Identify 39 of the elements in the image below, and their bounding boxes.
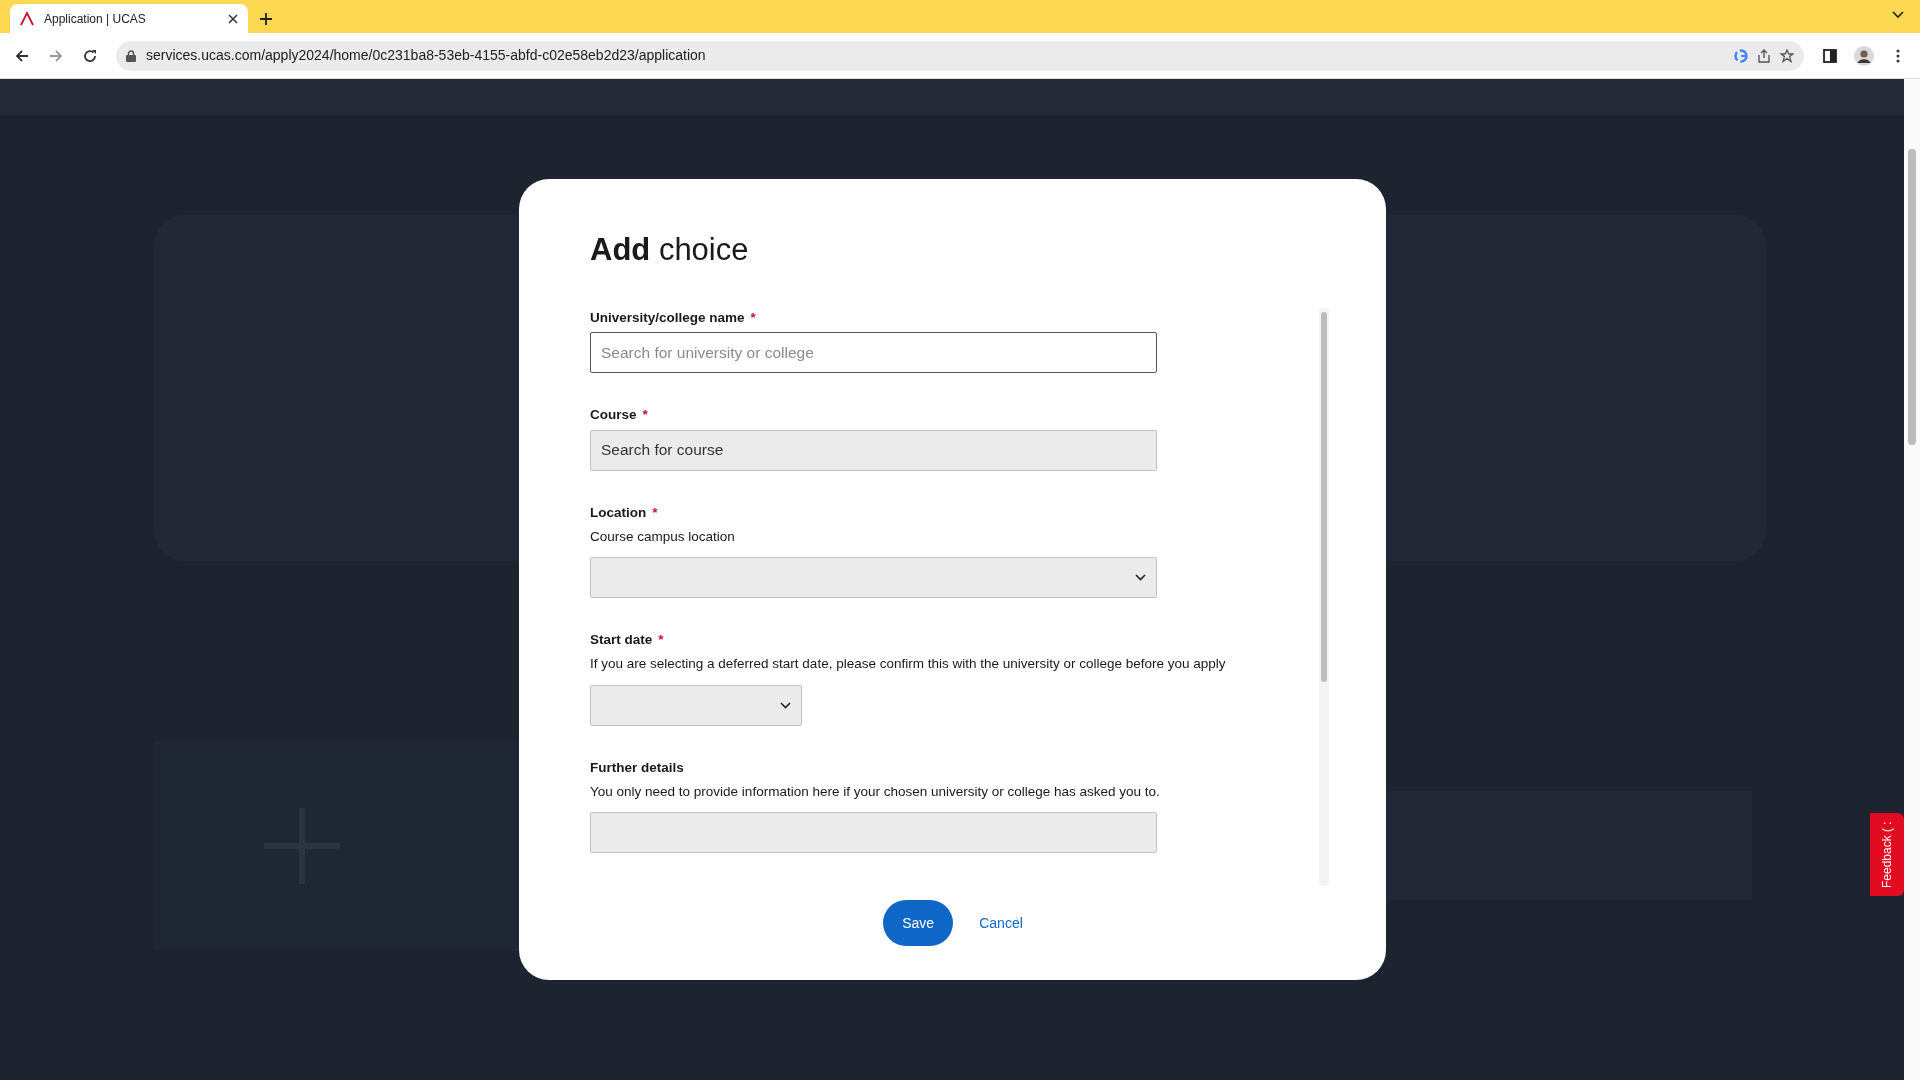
scrollbar[interactable]: [1319, 308, 1329, 887]
field-hint: You only need to provide information here if your chosen university or college has asked you to.: [590, 782, 1161, 801]
google-icon[interactable]: [1734, 48, 1748, 63]
lock-icon: [126, 49, 136, 62]
field-hint: If you are selecting a deferred start date, please confirm this with the university or college before you apply: [590, 655, 1227, 674]
back-arrow-icon: [15, 48, 29, 63]
field-label: Further details: [590, 758, 684, 777]
plus-icon: [260, 13, 272, 25]
field-label: Start date: [590, 631, 653, 650]
field-label: Course: [590, 406, 637, 425]
required-mark: *: [750, 309, 756, 328]
chevron-down-icon: [1135, 574, 1146, 582]
browser-tab[interactable]: Application | UCAS: [10, 4, 248, 33]
field-label: Location: [590, 503, 647, 522]
chevron-down-icon: [1892, 11, 1904, 19]
required-mark: *: [652, 503, 658, 522]
dialog-title: Add choice: [590, 231, 750, 269]
star-icon[interactable]: [1780, 48, 1794, 63]
tab-title: Application | UCAS: [44, 10, 147, 28]
scrollbar[interactable]: [1904, 79, 1920, 1080]
address-bar[interactable]: services.ucas.com/apply2024/home/0c231ba8-53eb-4155-abfd-c02e58eb2d23/application: [116, 40, 1804, 71]
required-mark: *: [642, 406, 648, 425]
chevron-down-icon: [780, 701, 791, 709]
reload-icon: [83, 48, 97, 63]
share-icon[interactable]: [1758, 48, 1770, 63]
forward-arrow-icon: [49, 48, 63, 63]
side-panel-icon: [1823, 48, 1837, 63]
field-hint: Course campus location: [590, 527, 736, 546]
input-field[interactable]: Search for university or college: [590, 332, 1157, 374]
kebab-menu-icon: [1896, 48, 1900, 63]
close-icon[interactable]: [228, 13, 238, 24]
logo-icon: [20, 11, 34, 26]
cancel-link[interactable]: Cancel: [979, 912, 1023, 934]
required-mark: *: [658, 631, 664, 650]
save-button[interactable]: Save: [883, 900, 954, 947]
avatar-icon: [1854, 45, 1874, 66]
feedback-tab[interactable]: Feedback ( :: [1870, 813, 1904, 896]
url-text: services.ucas.com/apply2024/home/0c231ba8-53eb-4155-abfd-c02e58eb2d23/application: [146, 46, 707, 65]
field-label: University/college name: [590, 309, 745, 328]
